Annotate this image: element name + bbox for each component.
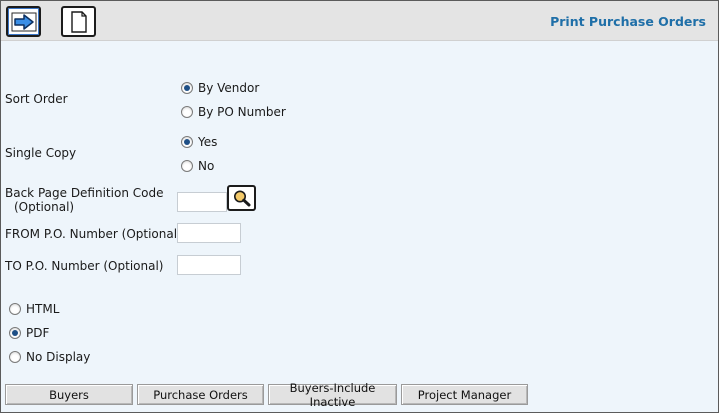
sort-by-po-number-radio[interactable] bbox=[181, 106, 193, 118]
back-page-lookup-button[interactable] bbox=[227, 185, 256, 211]
single-copy-no-label: No bbox=[198, 159, 215, 173]
page-title: Print Purchase Orders bbox=[550, 14, 706, 29]
sort-by-po-number-option[interactable]: By PO Number bbox=[181, 105, 286, 119]
sort-by-po-number-label: By PO Number bbox=[198, 105, 286, 119]
document-icon bbox=[70, 10, 87, 33]
new-document-button[interactable] bbox=[61, 6, 96, 37]
toolbar: Print Purchase Orders bbox=[1, 1, 718, 41]
output-html-label: HTML bbox=[26, 302, 60, 316]
back-page-optional-label: (Optional) bbox=[14, 200, 75, 214]
output-pdf-radio[interactable] bbox=[9, 327, 21, 339]
single-copy-yes-radio[interactable] bbox=[181, 136, 193, 148]
from-po-number-label: FROM P.O. Number (Optional) bbox=[5, 227, 182, 241]
single-copy-no-option[interactable]: No bbox=[181, 159, 214, 173]
output-no-display-option[interactable]: No Display bbox=[9, 350, 90, 364]
single-copy-yes-label: Yes bbox=[198, 135, 218, 149]
to-po-number-input[interactable] bbox=[177, 255, 241, 275]
arrow-right-icon bbox=[11, 12, 36, 31]
project-manager-button[interactable]: Project Manager bbox=[401, 384, 528, 405]
buyers-button[interactable]: Buyers bbox=[5, 384, 133, 405]
magnifier-icon bbox=[233, 190, 250, 207]
sort-by-vendor-label: By Vendor bbox=[198, 81, 260, 95]
single-copy-label: Single Copy bbox=[5, 146, 77, 160]
from-po-number-input[interactable] bbox=[177, 223, 241, 243]
to-po-number-label: TO P.O. Number (Optional) bbox=[5, 259, 164, 273]
output-pdf-label: PDF bbox=[26, 326, 50, 340]
output-html-option[interactable]: HTML bbox=[9, 302, 59, 316]
output-no-display-label: No Display bbox=[26, 350, 91, 364]
back-page-definition-input[interactable] bbox=[177, 192, 227, 212]
output-no-display-radio[interactable] bbox=[9, 351, 21, 363]
purchase-orders-button[interactable]: Purchase Orders bbox=[137, 384, 264, 405]
single-copy-yes-option[interactable]: Yes bbox=[181, 135, 217, 149]
sort-by-vendor-radio[interactable] bbox=[181, 82, 193, 94]
go-button[interactable] bbox=[6, 6, 41, 37]
buyers-include-inactive-button[interactable]: Buyers-Include Inactive bbox=[268, 381, 397, 409]
output-pdf-option[interactable]: PDF bbox=[9, 326, 49, 340]
back-page-definition-label: Back Page Definition Code bbox=[5, 186, 164, 200]
single-copy-no-radio[interactable] bbox=[181, 160, 193, 172]
output-html-radio[interactable] bbox=[9, 303, 21, 315]
print-purchase-orders-window: Print Purchase Orders Sort Order By Vend… bbox=[0, 0, 719, 413]
sort-by-vendor-option[interactable]: By Vendor bbox=[181, 81, 259, 95]
sort-order-label: Sort Order bbox=[5, 92, 68, 106]
